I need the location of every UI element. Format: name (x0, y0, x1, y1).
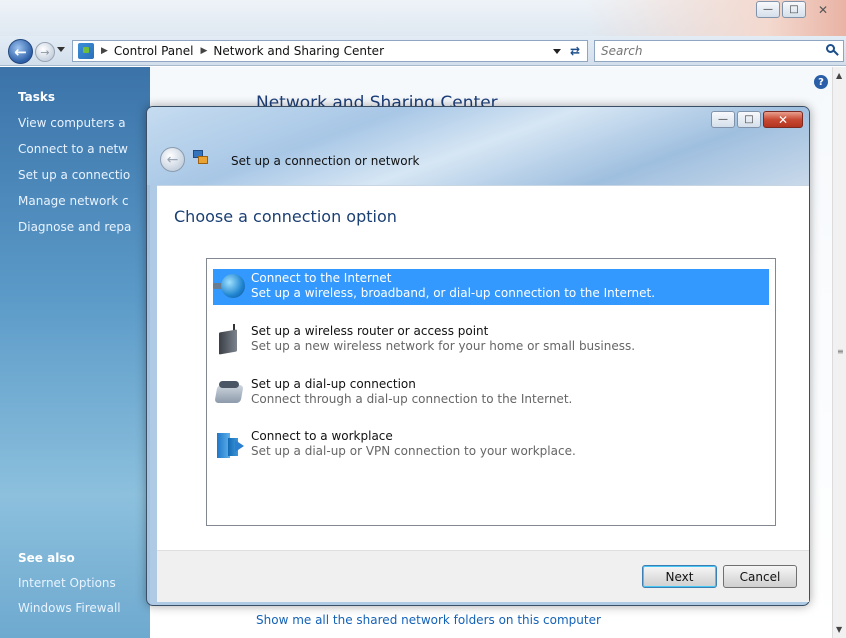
router-icon (213, 323, 245, 355)
dialog-title: Set up a connection or network (231, 154, 420, 168)
task-pane: Tasks View computers a Connect to a netw… (0, 67, 150, 638)
navigation-bar: ← → ▶ Control Panel ▶ Network and Sharin… (0, 36, 846, 66)
breadcrumb-network-center[interactable]: Network and Sharing Center (213, 44, 384, 58)
address-bar[interactable]: ▶ Control Panel ▶ Network and Sharing Ce… (72, 40, 588, 62)
task-link[interactable]: Set up a connectio (18, 168, 130, 182)
option-workplace[interactable]: Connect to a workplace Set up a dial-up … (213, 427, 769, 463)
forward-button[interactable]: → (35, 42, 55, 62)
dialog-maximize-button[interactable]: □ (737, 111, 761, 128)
scroll-up-icon[interactable]: ▲ (836, 71, 842, 80)
option-connect-internet[interactable]: Connect to the Internet Set up a wireles… (213, 269, 769, 305)
tasks-title: Tasks (18, 90, 56, 104)
see-also-internet-options[interactable]: Internet Options (18, 576, 116, 590)
option-title: Connect to the Internet (251, 271, 392, 285)
see-also-windows-firewall[interactable]: Windows Firewall (18, 601, 121, 615)
option-description: Set up a new wireless network for your h… (251, 339, 636, 353)
option-title: Connect to a workplace (251, 429, 393, 443)
recent-pages-dropdown-icon[interactable] (57, 47, 65, 52)
search-box[interactable] (594, 40, 844, 62)
see-also-title: See also (18, 551, 75, 565)
dialog-heading: Choose a connection option (174, 207, 397, 226)
shared-folders-link[interactable]: Show me all the shared network folders o… (256, 613, 601, 627)
network-icon (193, 150, 209, 166)
option-wireless-router[interactable]: Set up a wireless router or access point… (213, 322, 769, 358)
maximize-button[interactable]: □ (782, 1, 806, 18)
connection-wizard-dialog: — □ ✕ ← Set up a connection or network C… (146, 106, 810, 606)
option-dial-up[interactable]: Set up a dial-up connection Connect thro… (213, 375, 769, 411)
workplace-icon (213, 428, 245, 460)
dialog-body: Choose a connection option Connect to th… (157, 185, 809, 550)
breadcrumb-separator-icon[interactable]: ▶ (101, 46, 108, 56)
maximize-icon: □ (744, 114, 754, 125)
close-icon: ✕ (817, 2, 829, 17)
task-link[interactable]: Connect to a netw (18, 142, 128, 156)
forward-arrow-icon: → (40, 45, 50, 59)
minimize-button[interactable]: — (756, 1, 780, 18)
back-arrow-icon: ← (166, 151, 179, 168)
option-description: Set up a dial-up or VPN connection to yo… (251, 444, 576, 458)
task-link[interactable]: Diagnose and repa (18, 220, 131, 234)
phone-icon (213, 376, 245, 408)
address-dropdown-icon[interactable] (553, 49, 561, 54)
dialog-window-controls: — □ ✕ (709, 111, 803, 128)
option-title: Set up a dial-up connection (251, 377, 416, 391)
minimize-icon: — (763, 4, 773, 15)
option-description: Set up a wireless, broadband, or dial-up… (251, 286, 656, 300)
help-icon[interactable]: ? (814, 75, 828, 89)
task-link[interactable]: View computers a (18, 116, 126, 130)
back-button[interactable]: ← (8, 39, 33, 64)
refresh-icon[interactable]: ⇄ (565, 42, 585, 60)
scroll-down-icon[interactable]: ▼ (836, 625, 842, 634)
option-description: Connect through a dial-up connection to … (251, 392, 573, 406)
task-link[interactable]: Manage network c (18, 194, 129, 208)
globe-icon (213, 270, 245, 302)
close-button[interactable]: ✕ (808, 1, 838, 18)
breadcrumb-control-panel[interactable]: Control Panel (114, 44, 194, 58)
search-icon[interactable] (826, 44, 839, 57)
window-controls: — □ ✕ (754, 1, 838, 18)
dialog-back-button[interactable]: ← (160, 147, 185, 172)
control-panel-icon (78, 43, 94, 59)
dialog-close-button[interactable]: ✕ (763, 111, 803, 128)
vertical-scrollbar[interactable]: ▲ ≡ ▼ (832, 67, 846, 638)
desktop: — □ ✕ ← → ▶ Control Panel ▶ Network and … (0, 0, 846, 638)
scroll-grip-icon[interactable]: ≡ (837, 347, 844, 356)
dialog-minimize-button[interactable]: — (711, 111, 735, 128)
connection-options-list[interactable]: Connect to the Internet Set up a wireles… (206, 258, 776, 526)
close-icon: ✕ (777, 112, 789, 127)
search-input[interactable] (601, 44, 811, 58)
minimize-icon: — (718, 114, 728, 125)
next-button[interactable]: Next (642, 565, 717, 588)
maximize-icon: □ (789, 4, 799, 15)
cancel-button[interactable]: Cancel (723, 565, 797, 588)
option-title: Set up a wireless router or access point (251, 324, 489, 338)
dialog-footer: Next Cancel (157, 550, 809, 602)
back-arrow-icon: ← (14, 42, 27, 61)
breadcrumb-separator-icon[interactable]: ▶ (201, 46, 208, 56)
